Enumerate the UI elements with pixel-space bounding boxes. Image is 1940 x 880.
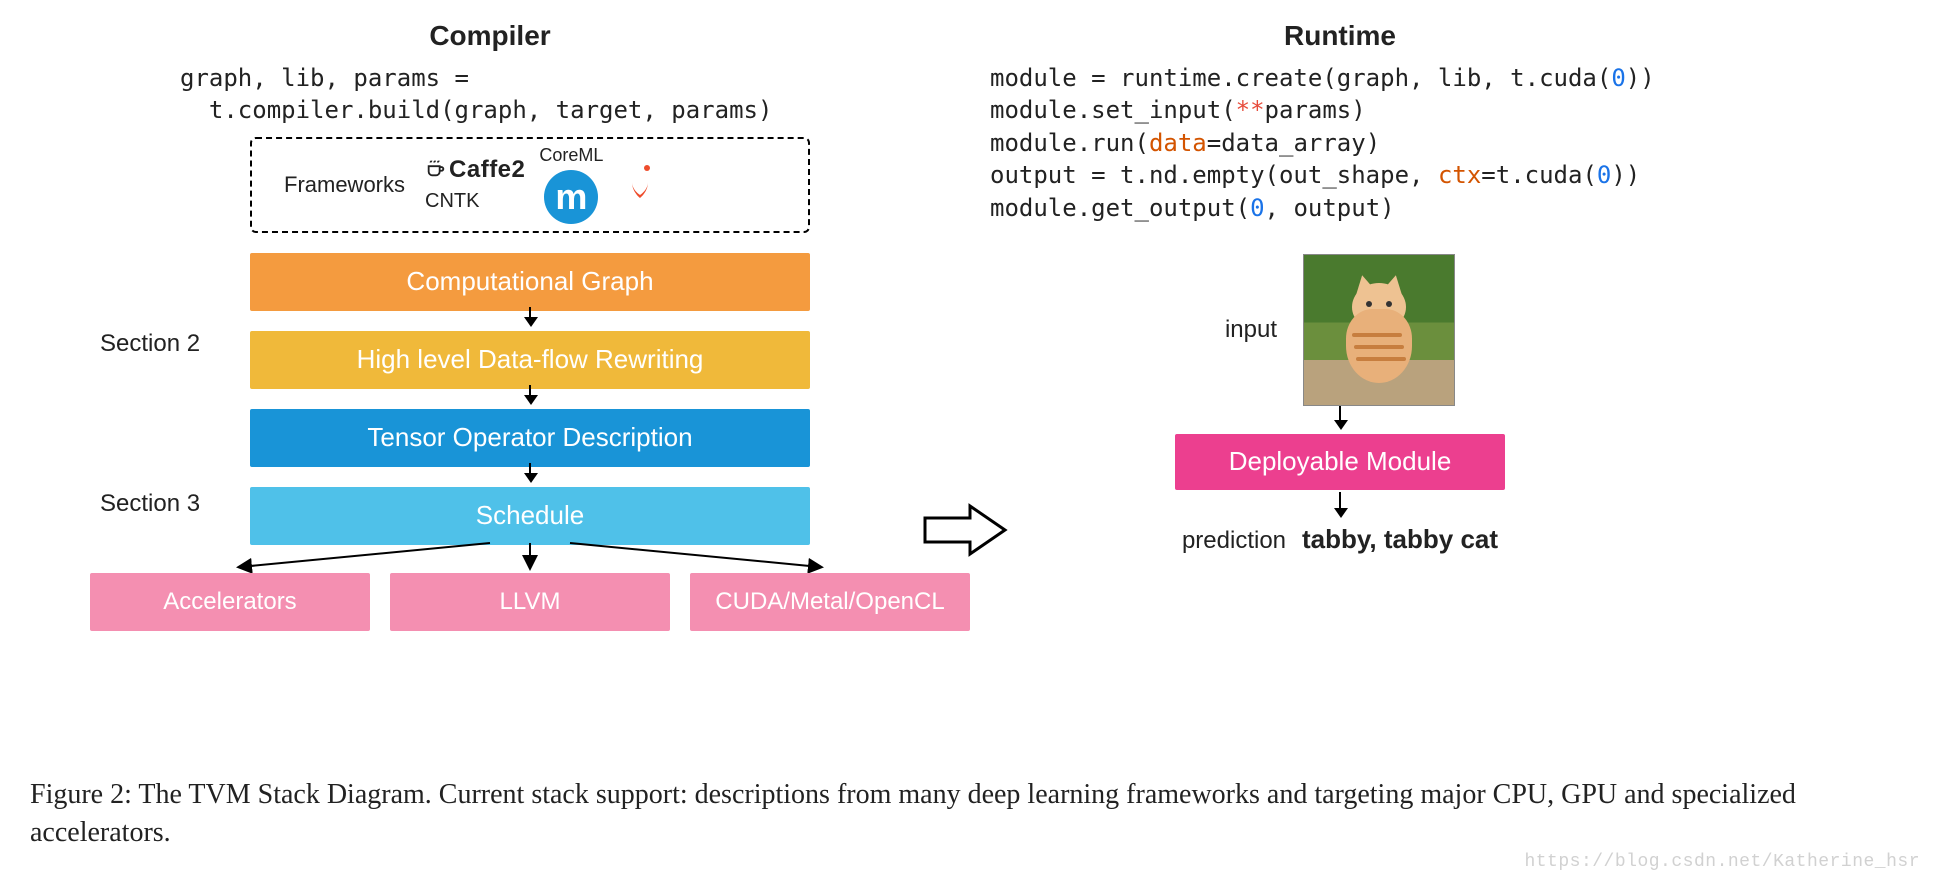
- runtime-diagram: input Deployable Module: [980, 254, 1700, 555]
- watermark: https://blog.csdn.net/Katherine_hsr: [1524, 852, 1920, 872]
- code-line: module.set_input(**params): [990, 96, 1366, 124]
- input-label: input: [1225, 316, 1277, 344]
- coffee-cup-icon: [425, 157, 447, 186]
- code-line: module.get_output(0, output): [990, 194, 1395, 222]
- block-label: High level Data-flow Rewriting: [357, 344, 704, 375]
- block-dataflow-rewriting: High level Data-flow Rewriting: [250, 331, 810, 389]
- runtime-title: Runtime: [980, 20, 1700, 52]
- target-accelerators: Accelerators: [90, 573, 370, 631]
- runtime-column: Runtime module = runtime.create(graph, l…: [980, 20, 1700, 631]
- prediction-row: prediction tabby, tabby cat: [1182, 524, 1498, 555]
- block-computational-graph: Computational Graph: [250, 253, 810, 311]
- frameworks-text-col: Caffe2 CNTK: [425, 156, 525, 213]
- block-schedule: Schedule: [250, 487, 810, 545]
- compiler-code: graph, lib, params = t.compiler.build(gr…: [180, 62, 940, 127]
- target-label: LLVM: [500, 588, 561, 616]
- compiler-stack: Frameworks Caffe2 CNTK CoreML m: [250, 137, 810, 631]
- block-label: Computational Graph: [406, 266, 653, 297]
- target-llvm: LLVM: [390, 573, 670, 631]
- kitten-image: [1303, 254, 1455, 406]
- pytorch-flame-icon: [617, 156, 663, 214]
- runtime-code: module = runtime.create(graph, lib, t.cu…: [990, 62, 1700, 224]
- mxnet-icon: m: [544, 170, 598, 224]
- page: Compiler graph, lib, params = t.compiler…: [0, 0, 1940, 880]
- caffe2-text: Caffe2: [449, 156, 525, 183]
- target-label: CUDA/Metal/OpenCL: [715, 588, 944, 616]
- figure-caption: Figure 2: The TVM Stack Diagram. Current…: [30, 776, 1910, 852]
- block-tensor-operator: Tensor Operator Description: [250, 409, 810, 467]
- coreml-label: CoreML: [539, 145, 603, 166]
- prediction-label: prediction: [1182, 527, 1286, 555]
- target-label: Accelerators: [163, 588, 296, 616]
- code-line: output = t.nd.empty(out_shape, ctx=t.cud…: [990, 161, 1640, 189]
- deployable-module-box: Deployable Module: [1175, 434, 1505, 490]
- input-row: input: [1225, 254, 1455, 406]
- caffe2-logo: Caffe2: [425, 156, 525, 186]
- block-label: Tensor Operator Description: [367, 422, 692, 453]
- section3-label: Section 3: [100, 490, 200, 518]
- frameworks-box: Frameworks Caffe2 CNTK CoreML m: [250, 137, 810, 233]
- code-line: graph, lib, params =: [180, 64, 469, 92]
- frameworks-label: Frameworks: [284, 172, 405, 198]
- code-line: t.compiler.build(graph, target, params): [180, 96, 772, 124]
- code-line: module.run(data=data_array): [990, 129, 1380, 157]
- compiler-column: Compiler graph, lib, params = t.compiler…: [40, 20, 940, 631]
- big-right-arrow-icon: [920, 500, 1010, 565]
- frameworks-right-col: CoreML m: [539, 145, 603, 224]
- cntk-label: CNTK: [425, 190, 525, 213]
- deploy-label: Deployable Module: [1229, 446, 1452, 477]
- prediction-value: tabby, tabby cat: [1302, 524, 1498, 555]
- section2-label: Section 2: [100, 330, 200, 358]
- target-cuda: CUDA/Metal/OpenCL: [690, 573, 970, 631]
- code-line: module = runtime.create(graph, lib, t.cu…: [990, 64, 1655, 92]
- block-label: Schedule: [476, 500, 584, 531]
- compiler-title: Compiler: [40, 20, 940, 52]
- targets-row: Accelerators LLVM CUDA/Metal/OpenCL: [90, 573, 970, 631]
